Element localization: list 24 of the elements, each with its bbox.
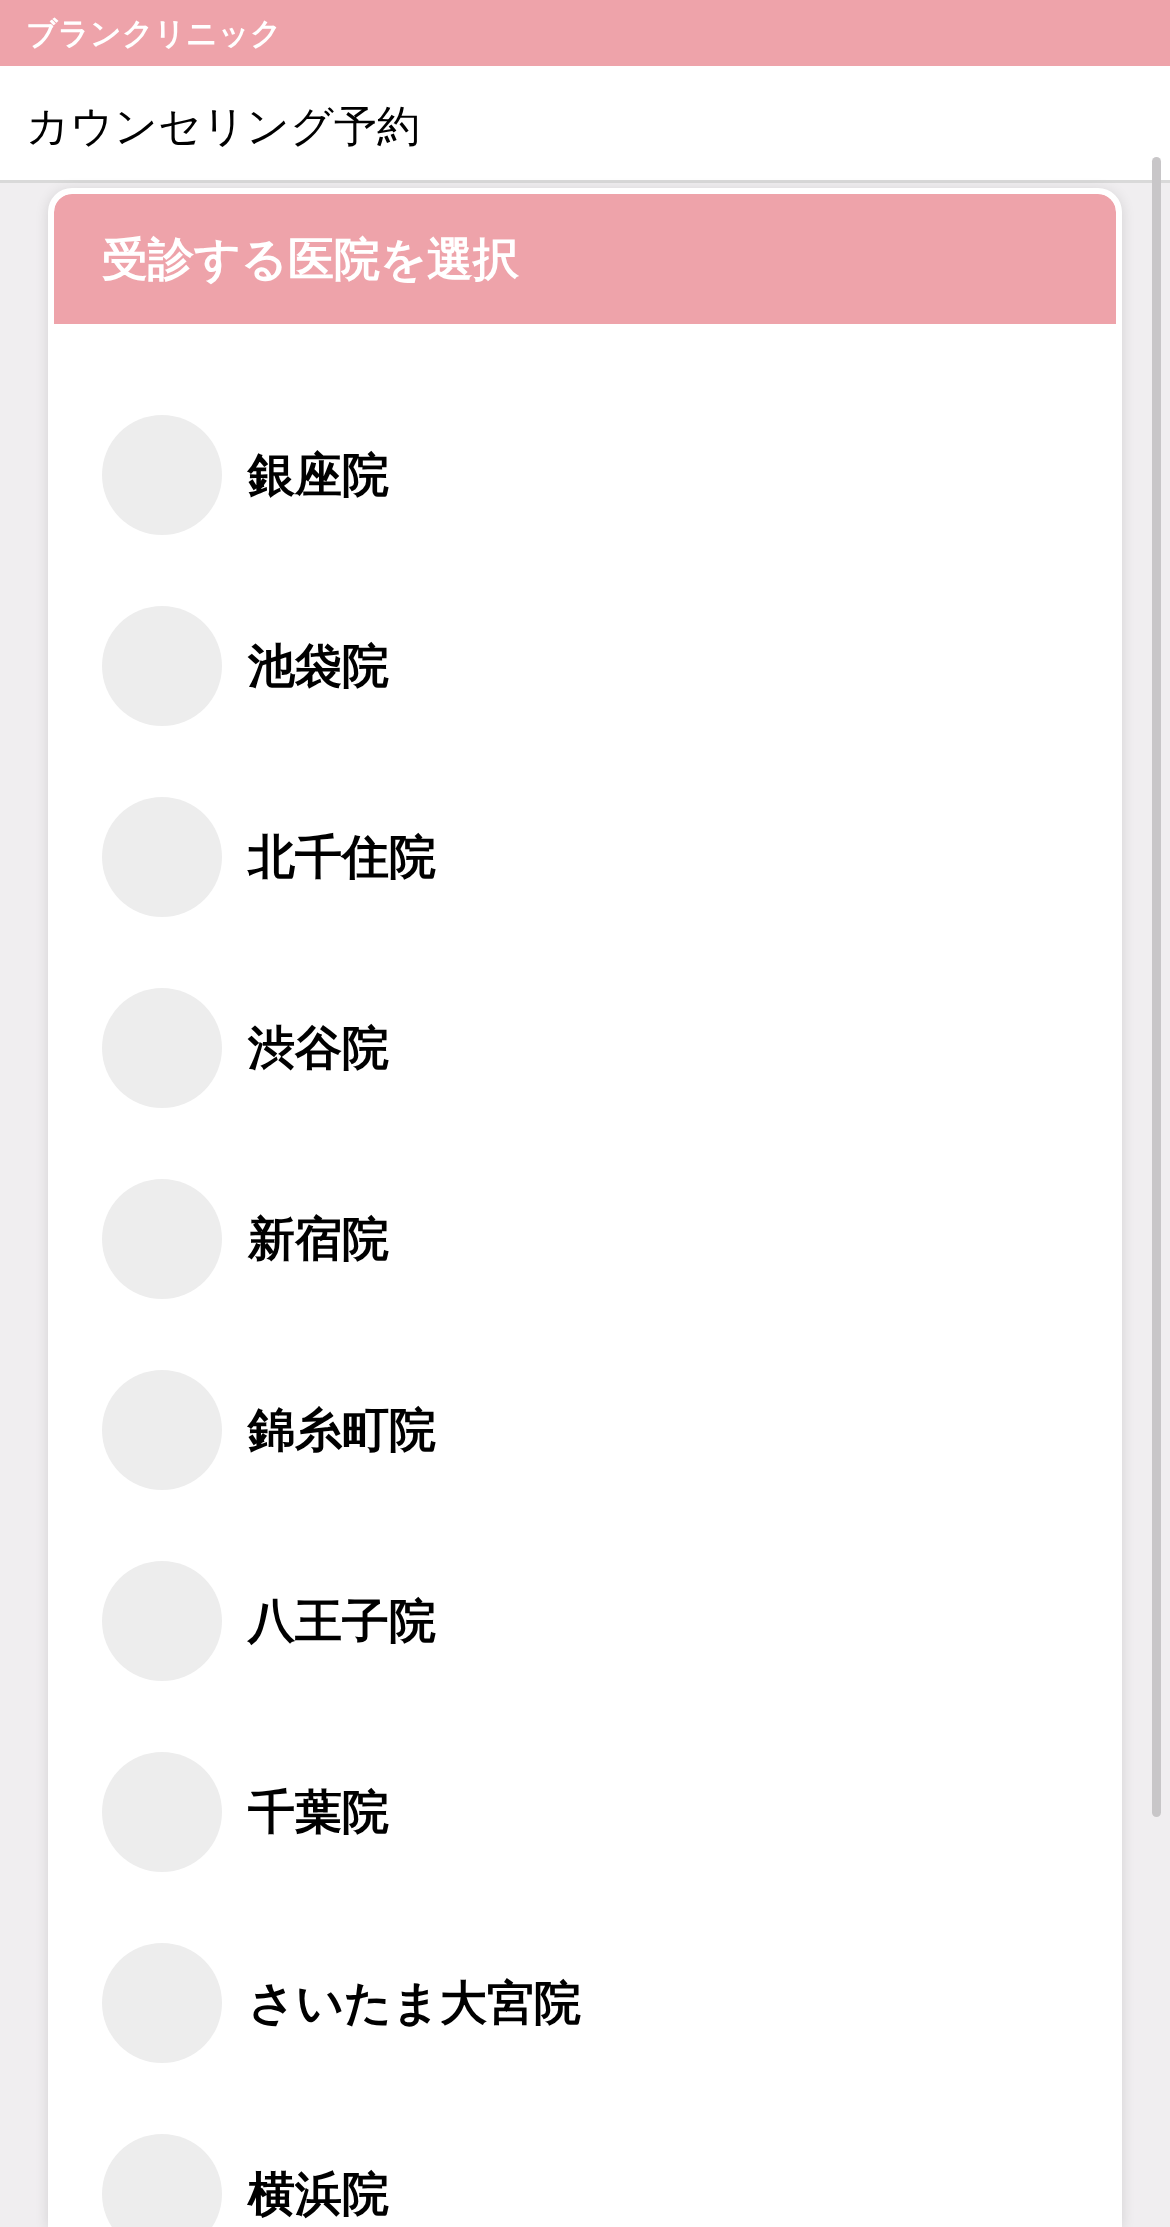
clinic-option[interactable]: 千葉院 (54, 1716, 1116, 1907)
clinic-name: 銀座院 (248, 451, 389, 498)
page-title: カウンセリング予約 (26, 104, 420, 148)
clinic-name: 錦糸町院 (248, 1406, 436, 1453)
clinic-option[interactable]: 八王子院 (54, 1525, 1116, 1716)
clinic-option[interactable]: さいたま大宮院 (54, 1907, 1116, 2098)
clinic-name: 八王子院 (248, 1597, 436, 1644)
scrollbar-thumb[interactable] (1152, 157, 1161, 1817)
clinic-option[interactable]: 銀座院 (54, 379, 1116, 570)
clinic-option[interactable]: 北千住院 (54, 761, 1116, 952)
clinic-name: 新宿院 (248, 1215, 389, 1262)
clinic-name: 北千住院 (248, 833, 436, 880)
clinic-name: 池袋院 (248, 642, 389, 689)
clinic-option[interactable]: 新宿院 (54, 1143, 1116, 1334)
clinic-name: 渋谷院 (248, 1024, 389, 1071)
clinic-option[interactable]: 池袋院 (54, 570, 1116, 761)
clinic-option[interactable]: 横浜院 (54, 2098, 1116, 2227)
clinic-name: さいたま大宮院 (248, 1979, 581, 2026)
clinic-name: 千葉院 (248, 1788, 389, 1835)
clinic-option[interactable]: 錦糸町院 (54, 1334, 1116, 1525)
clinic-name: 横浜院 (248, 2170, 389, 2217)
clinic-option[interactable]: 渋谷院 (54, 952, 1116, 1143)
app-title: ブランクリニック (26, 17, 282, 49)
card-title: 受診する医院を選択 (102, 236, 519, 282)
